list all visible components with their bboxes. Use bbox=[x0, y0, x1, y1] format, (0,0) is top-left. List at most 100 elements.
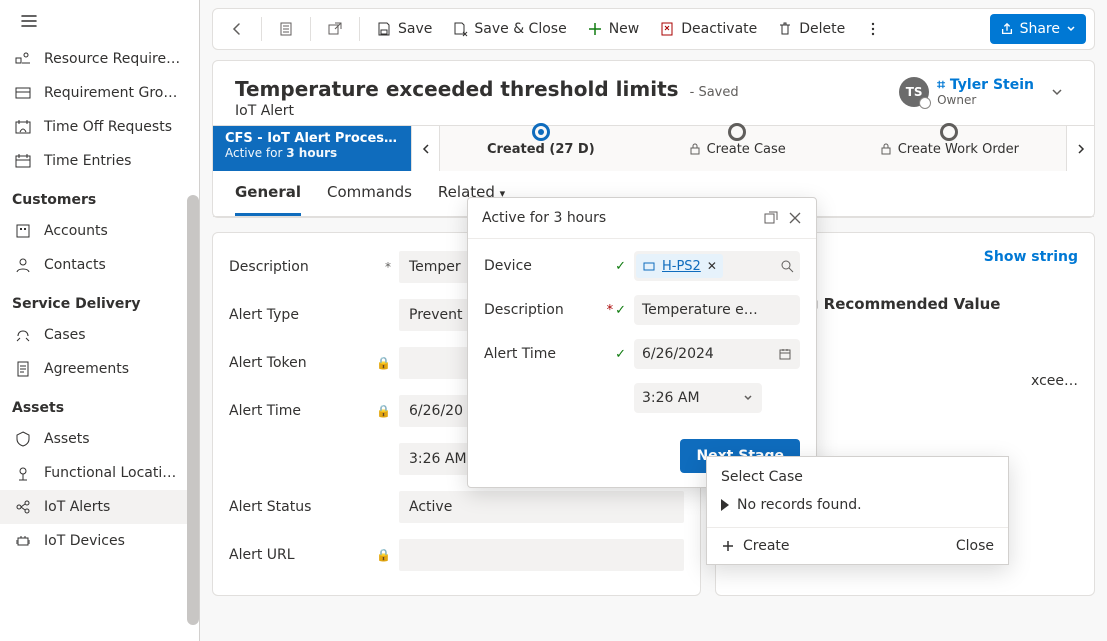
alert-status-label: Alert Status bbox=[229, 499, 311, 515]
caret-right-icon bbox=[721, 499, 729, 511]
sidebar: Resource Require… Requirement Gro… Time … bbox=[0, 0, 200, 641]
owner-role: Owner bbox=[937, 93, 1034, 107]
nav-label: Requirement Gro… bbox=[44, 85, 177, 101]
nav-agreements[interactable]: Agreements bbox=[0, 352, 199, 386]
nav-requirement-groups[interactable]: Requirement Gro… bbox=[0, 76, 199, 110]
delete-icon bbox=[777, 21, 793, 37]
nav-cases[interactable]: Cases bbox=[0, 318, 199, 352]
nav-label: Contacts bbox=[44, 257, 106, 273]
flyout-dock-button[interactable] bbox=[764, 211, 778, 225]
save-close-button[interactable]: Save & Close bbox=[444, 14, 574, 44]
group-customers: Customers bbox=[0, 178, 199, 214]
bpf-stage-create-case[interactable]: Create Case bbox=[689, 123, 786, 157]
flyout-close-button[interactable] bbox=[788, 211, 802, 225]
alert-token-label: Alert Token bbox=[229, 355, 307, 371]
description-label: Description bbox=[229, 259, 309, 275]
header-expand-button[interactable] bbox=[1042, 83, 1072, 101]
save-close-icon bbox=[452, 21, 468, 37]
nav-accounts[interactable]: Accounts bbox=[0, 214, 199, 248]
bpf-next-button[interactable] bbox=[1066, 126, 1094, 171]
bpf-stage-create-work-order[interactable]: Create Work Order bbox=[880, 123, 1019, 157]
nav-label: Cases bbox=[44, 327, 86, 343]
show-string-link[interactable]: Show string bbox=[984, 249, 1078, 265]
nav-label: Time Off Requests bbox=[44, 119, 172, 135]
nav-assets[interactable]: Assets bbox=[0, 422, 199, 456]
requirement-group-icon bbox=[14, 84, 32, 102]
overflow-button[interactable] bbox=[857, 14, 889, 44]
flyout-title: Active for 3 hours bbox=[482, 210, 606, 226]
time-entries-icon bbox=[14, 152, 32, 170]
calendar-icon bbox=[778, 347, 792, 361]
record-header: Temperature exceeded threshold limits - … bbox=[212, 60, 1095, 218]
command-bar: Save Save & Close New Deactivate Delete bbox=[212, 8, 1095, 50]
bpf-stage-created[interactable]: Created (27 D) bbox=[487, 123, 595, 157]
back-button[interactable] bbox=[221, 14, 253, 44]
stage-icon bbox=[940, 123, 958, 141]
nav-label: Resource Require… bbox=[44, 51, 180, 67]
flyout-time-input[interactable]: 3:26 AM bbox=[634, 383, 762, 413]
lookup-dropdown: Select Case No records found. Create Clo… bbox=[706, 456, 1009, 565]
bpf-header[interactable]: CFS - IoT Alert Process Fl… Active for 3… bbox=[213, 126, 411, 171]
nav-contacts[interactable]: Contacts bbox=[0, 248, 199, 282]
open-new-window-button[interactable] bbox=[319, 14, 351, 44]
nav-time-entries[interactable]: Time Entries bbox=[0, 144, 199, 178]
nav-label: Time Entries bbox=[44, 153, 131, 169]
stage-icon bbox=[728, 123, 746, 141]
save-button[interactable]: Save bbox=[368, 14, 440, 44]
alert-type-label: Alert Type bbox=[229, 307, 299, 323]
back-icon bbox=[229, 21, 245, 37]
nav-label: Agreements bbox=[44, 361, 129, 377]
share-icon bbox=[1000, 22, 1014, 36]
nav-time-off[interactable]: Time Off Requests bbox=[0, 110, 199, 144]
nav-iot-alerts[interactable]: IoT Alerts bbox=[0, 490, 199, 524]
owner-link[interactable]: ⌗ Tyler Stein bbox=[937, 77, 1034, 93]
entity-type-label: IoT Alert bbox=[235, 103, 739, 119]
popout-icon bbox=[327, 21, 343, 37]
lock-icon: 🔒 bbox=[376, 404, 391, 418]
flyout-date-input[interactable]: 6/26/2024 bbox=[634, 339, 800, 369]
flyout-description-input[interactable]: Temperature e… bbox=[634, 295, 800, 325]
nav-iot-devices[interactable]: IoT Devices bbox=[0, 524, 199, 558]
tab-commands[interactable]: Commands bbox=[327, 183, 412, 216]
hamburger-button[interactable] bbox=[0, 0, 199, 42]
deactivate-button[interactable]: Deactivate bbox=[651, 14, 765, 44]
assets-icon bbox=[14, 430, 32, 448]
device-lookup[interactable]: H-PS2 ✕ bbox=[634, 251, 800, 281]
nav-label: IoT Devices bbox=[44, 533, 125, 549]
time-off-icon bbox=[14, 118, 32, 136]
tab-general[interactable]: General bbox=[235, 183, 301, 216]
saved-label: - Saved bbox=[690, 85, 739, 100]
record-set-button[interactable] bbox=[270, 14, 302, 44]
flyout-description-label: Description bbox=[484, 302, 602, 318]
alert-time-label: Alert Time bbox=[229, 403, 301, 419]
bpf-prev-button[interactable] bbox=[411, 126, 439, 171]
cases-icon bbox=[14, 326, 32, 344]
lock-icon: 🔒 bbox=[376, 356, 391, 370]
stage-active-icon bbox=[532, 123, 550, 141]
delete-button[interactable]: Delete bbox=[769, 14, 853, 44]
nav-functional-locations[interactable]: Functional Locati… bbox=[0, 456, 199, 490]
deactivate-icon bbox=[659, 21, 675, 37]
lock-icon bbox=[880, 143, 892, 155]
resource-req-icon bbox=[14, 50, 32, 68]
owner-avatar: TS bbox=[899, 77, 929, 107]
share-button[interactable]: Share bbox=[990, 14, 1086, 44]
device-pill[interactable]: H-PS2 ✕ bbox=[636, 254, 723, 278]
lookup-close-button[interactable]: Close bbox=[956, 538, 994, 554]
nav-label: Accounts bbox=[44, 223, 108, 239]
lookup-create-button[interactable]: Create bbox=[721, 538, 790, 554]
new-button[interactable]: New bbox=[579, 14, 648, 44]
remove-device-button[interactable]: ✕ bbox=[707, 259, 717, 273]
search-icon[interactable] bbox=[780, 259, 794, 273]
overflow-icon bbox=[865, 21, 881, 37]
nav-label: IoT Alerts bbox=[44, 499, 110, 515]
nav-label: Assets bbox=[44, 431, 90, 447]
lookup-title: Select Case bbox=[721, 469, 994, 485]
flyout-device-label: Device bbox=[484, 258, 602, 274]
alert-status-input[interactable]: Active bbox=[399, 491, 684, 523]
sidebar-scrollbar[interactable] bbox=[187, 195, 199, 625]
nav-resource-requirements[interactable]: Resource Require… bbox=[0, 42, 199, 76]
lock-icon: 🔒 bbox=[376, 548, 391, 562]
flyout-alert-time-label: Alert Time bbox=[484, 346, 602, 362]
group-service-delivery: Service Delivery bbox=[0, 282, 199, 318]
